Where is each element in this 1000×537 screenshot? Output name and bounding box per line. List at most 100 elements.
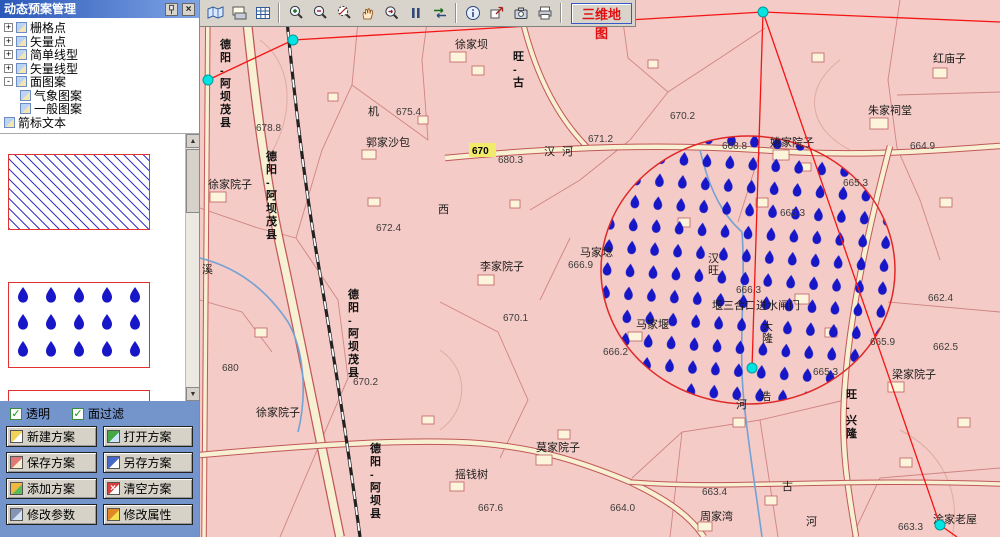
map-label: 李家院子 <box>480 259 524 273</box>
vertex-handle[interactable] <box>288 35 298 45</box>
scroll-up-arrow[interactable]: ▲ <box>186 134 199 148</box>
map-label: 666.2 <box>603 347 628 358</box>
plan-button-label: 清空方案 <box>124 480 172 497</box>
plan-button[interactable]: 新建方案 <box>6 426 97 447</box>
vertex-handle[interactable] <box>935 520 945 530</box>
map-label: 机 <box>368 104 379 118</box>
map-label: 678.8 <box>256 123 281 134</box>
preview-scrollbar[interactable]: ▲ ▼ <box>185 134 199 401</box>
export-icon[interactable] <box>485 2 508 25</box>
map-label: 古 <box>782 480 793 493</box>
vertex-handle[interactable] <box>747 363 757 373</box>
map-label: 堰三合口进水闸门 <box>712 298 800 312</box>
toolbar-buttons <box>203 2 565 25</box>
map-label: 周家湾 <box>700 509 733 523</box>
plan-button[interactable]: 修改属性 <box>103 504 194 525</box>
tree-item[interactable]: -面图案 <box>0 75 199 89</box>
plan-button[interactable]: 保存方案 <box>6 452 97 473</box>
map-label: 浩 <box>760 390 771 403</box>
map-label: 664.0 <box>610 503 635 514</box>
tree-node-icon <box>4 117 15 128</box>
map-3d-button[interactable]: 三维地图 <box>571 3 632 24</box>
plan-button[interactable]: 添加方案 <box>6 478 97 499</box>
tree-node-icon <box>16 22 27 33</box>
building <box>940 198 952 207</box>
scroll-down-arrow[interactable]: ▼ <box>186 387 199 401</box>
partial-pattern-swatch[interactable] <box>8 390 150 401</box>
zoom-out-icon[interactable] <box>308 2 331 25</box>
plan-button-label: 修改属性 <box>124 506 172 523</box>
tree-item[interactable]: 气象图案 <box>0 89 199 103</box>
checkbox-icon[interactable]: ✓ <box>10 408 22 420</box>
plan-button[interactable]: 打开方案 <box>103 426 194 447</box>
map-label: 668.8 <box>722 141 747 152</box>
building <box>870 118 888 129</box>
building <box>733 418 745 427</box>
pattern-circle-overlay[interactable] <box>601 136 895 404</box>
map-label: 溪 <box>202 263 213 276</box>
tree-item[interactable]: 箭标文本 <box>0 116 199 130</box>
checkbox-label: 透明 <box>26 405 50 422</box>
map-canvas[interactable]: 徐家坝红庙子朱家祠堂郭家沙包姚家院子徐家院子李家院子马家埝马家堰梁家院子徐家院子… <box>200 0 1000 537</box>
scroll-thumb[interactable] <box>186 149 199 213</box>
plan-button[interactable]: × 清空方案 <box>103 478 194 499</box>
collapse-icon[interactable]: - <box>4 77 13 86</box>
application-window: 动态预案管理 × +栅格点+矢量点+简单线型+矢量线型-面图案气象图案一般图案箭… <box>0 0 1000 537</box>
pan-icon[interactable] <box>356 2 379 25</box>
building <box>765 496 777 505</box>
building <box>362 150 376 159</box>
checkbox-option[interactable]: ✓ 透明 <box>10 405 50 422</box>
expand-icon[interactable]: + <box>4 64 13 73</box>
map-label: 670.2 <box>670 111 695 122</box>
map-label: 汉旺 <box>708 252 719 277</box>
close-icon[interactable]: × <box>182 3 195 16</box>
map-label: 红庙子 <box>933 51 966 65</box>
plan-buttons-grid: 新建方案打开方案保存方案另存方案添加方案 × 清空方案修改参数 修改属性 <box>2 423 197 528</box>
add-plan-icon <box>10 482 23 495</box>
checkbox-option[interactable]: ✓面过滤 <box>72 405 124 422</box>
clear-plan-icon: × <box>107 482 120 495</box>
zoom-in-icon[interactable] <box>284 2 307 25</box>
pin-icon[interactable] <box>165 3 178 16</box>
plan-button[interactable]: 另存方案 <box>103 452 194 473</box>
zoom-circle-icon[interactable] <box>332 2 355 25</box>
panel-titlebar[interactable]: 动态预案管理 × <box>0 0 199 18</box>
vertex-handle[interactable] <box>758 7 768 17</box>
vertex-handle[interactable] <box>203 75 213 85</box>
building <box>478 275 494 285</box>
building <box>510 200 520 208</box>
plan-button[interactable]: 修改参数 <box>6 504 97 525</box>
building <box>812 53 824 62</box>
hatch-pattern-swatch[interactable] <box>8 154 150 230</box>
map-label: 河 <box>806 515 817 528</box>
save-plan-icon <box>10 456 23 469</box>
pattern-tree: +栅格点+矢量点+简单线型+矢量线型-面图案气象图案一般图案箭标文本 <box>0 18 199 133</box>
map-label: 徐家坝 <box>455 37 488 51</box>
map-label: 河 <box>562 145 573 158</box>
drop-pattern-swatch[interactable] <box>8 282 150 368</box>
info-icon[interactable] <box>461 2 484 25</box>
camera-icon[interactable] <box>509 2 532 25</box>
map-label: 663.3 <box>780 208 805 219</box>
expand-icon[interactable]: + <box>4 23 13 32</box>
checkbox-icon[interactable]: ✓ <box>72 408 84 420</box>
building <box>698 522 712 531</box>
print-icon[interactable] <box>533 2 556 25</box>
map-label: 663.4 <box>702 487 727 498</box>
map-label: 大隆 <box>762 319 773 345</box>
toolbar-separator <box>455 3 457 23</box>
grid-icon[interactable] <box>251 2 274 25</box>
building <box>900 458 912 467</box>
tree-node-icon <box>16 36 27 47</box>
map-label: 德阳-阿坝茂县 <box>265 149 277 241</box>
zoom-extent-icon[interactable] <box>380 2 403 25</box>
map-layers-icon[interactable] <box>203 2 226 25</box>
toolbar-separator <box>560 3 562 23</box>
pause-icon[interactable] <box>404 2 427 25</box>
map-print-icon[interactable] <box>227 2 250 25</box>
swap-arrows-icon[interactable] <box>428 2 451 25</box>
map-label: 马家堰 <box>636 317 669 331</box>
expand-icon[interactable]: + <box>4 37 13 46</box>
expand-icon[interactable]: + <box>4 50 13 59</box>
map-label: 西 <box>438 204 449 216</box>
